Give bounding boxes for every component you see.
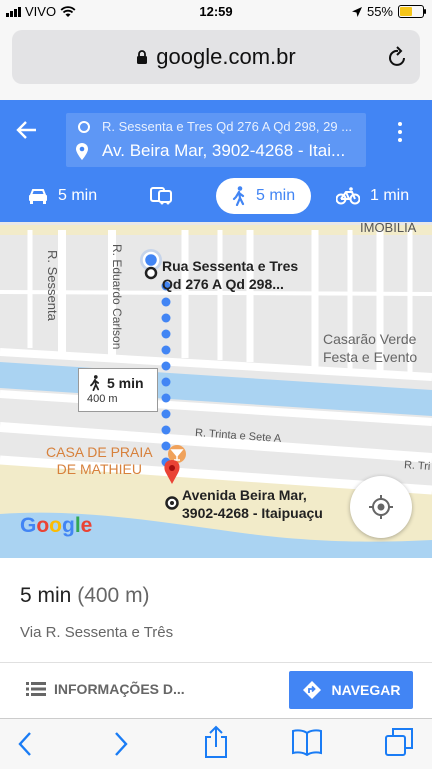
mode-bike[interactable]: 1 min	[336, 178, 409, 214]
destination-pin-icon	[76, 143, 88, 160]
action-bar: INFORMAÇÕES D... NAVEGAR	[0, 662, 432, 719]
location-arrow-icon	[351, 6, 362, 17]
callout-time-text: 5 min	[107, 375, 144, 391]
route-callout[interactable]: 5 min 400 m	[78, 368, 158, 412]
battery-icon	[398, 5, 426, 18]
lock-icon	[137, 49, 148, 64]
bookmarks-icon[interactable]	[291, 728, 323, 756]
mode-transit[interactable]	[150, 178, 182, 214]
street-label-trinta-right: R. Tri	[403, 459, 431, 473]
summary-distance: (400 m)	[77, 584, 150, 607]
share-icon[interactable]	[203, 725, 229, 759]
place-imobiliaria: IMOBILIÁ	[360, 222, 417, 235]
mode-walk[interactable]: 5 min	[216, 178, 312, 214]
place-casarao: Casarão Verde Festa e Evento	[323, 330, 417, 366]
mode-bike-label: 1 min	[370, 187, 410, 204]
browser-chrome: google.com.br	[0, 24, 432, 100]
street-label-carlson: R. Eduardo Carlson	[110, 244, 124, 350]
reload-icon[interactable]	[388, 46, 408, 68]
google-logo: Google	[20, 514, 92, 538]
status-right: 55%	[351, 4, 426, 19]
browser-toolbar	[0, 718, 432, 769]
back-chevron-icon[interactable]	[16, 729, 34, 759]
battery-fill	[400, 7, 413, 16]
status-bar: VIVO 12:59 55%	[0, 0, 432, 24]
info-button[interactable]: INFORMAÇÕES D...	[26, 681, 185, 697]
place-casarao-line1: Casarão Verde	[323, 331, 417, 347]
travel-modes: 5 min 5 min 1 min	[0, 178, 432, 218]
google-logo-letter: g	[62, 514, 75, 537]
car-icon	[29, 189, 47, 204]
end-label-line1: Avenida Beira Mar,	[182, 487, 307, 503]
summary-duration: 5 min	[20, 584, 72, 607]
walking-icon	[232, 186, 245, 206]
mode-car[interactable]: 5 min	[28, 178, 97, 214]
end-label: Avenida Beira Mar, 3902-4268 - Itaipuaçu	[182, 486, 323, 522]
google-logo-letter: G	[20, 514, 37, 537]
my-location-dot	[142, 251, 160, 269]
origin-circle-icon	[78, 121, 90, 133]
bicycle-icon	[336, 187, 360, 205]
callout-time: 5 min	[89, 375, 144, 391]
mode-walk-label: 5 min	[256, 187, 296, 204]
walking-icon	[90, 375, 100, 391]
url-text: google.com.br	[156, 44, 296, 69]
callout-distance: 400 m	[87, 393, 118, 405]
route-box[interactable]: R. Sessenta e Tres Qd 276 A Qd 298, 29 .…	[66, 113, 366, 167]
start-label-line1: Rua Sessenta e Tres	[162, 258, 299, 274]
battery-percent: 55%	[366, 4, 393, 19]
route-summary[interactable]: 5 min (400 m) Via R. Sessenta e Três	[0, 558, 432, 662]
address-bar[interactable]: google.com.br	[12, 30, 420, 84]
directions-header: R. Sessenta e Tres Qd 276 A Qd 298, 29 .…	[0, 100, 432, 222]
place-casa-line2: DE MATHIEU	[56, 461, 142, 477]
summary-via: Via R. Sessenta e Três	[20, 624, 174, 641]
my-location-button[interactable]	[350, 476, 412, 538]
tabs-icon[interactable]	[384, 727, 414, 757]
origin-field[interactable]: R. Sessenta e Tres Qd 276 A Qd 298, 29 .…	[102, 119, 352, 134]
google-logo-letter: o	[49, 514, 62, 537]
place-casa-line1: CASA DE PRAIA	[46, 444, 153, 460]
google-logo-letter: e	[80, 514, 93, 537]
navigate-button-label: NAVEGAR	[331, 682, 401, 698]
navigation-diamond-icon	[302, 681, 321, 699]
street-label-sessenta: R. Sessenta	[45, 250, 60, 321]
navigate-button[interactable]: NAVEGAR	[289, 671, 413, 709]
destination-field[interactable]: Av. Beira Mar, 3902-4268 - Itai...	[102, 141, 345, 161]
list-icon	[26, 682, 46, 696]
info-button-label: INFORMAÇÕES D...	[54, 681, 185, 697]
start-label-line2: Qd 276 A Qd 298...	[162, 276, 284, 292]
google-logo-letter: o	[36, 514, 50, 537]
place-casarao-line2: Festa e Evento	[323, 349, 418, 365]
more-options-icon[interactable]	[394, 122, 406, 142]
place-casa-de-praia[interactable]: CASA DE PRAIA DE MATHIEU	[46, 444, 153, 478]
back-arrow-icon[interactable]	[16, 120, 38, 140]
end-label-line2: 3902-4268 - Itaipuaçu	[182, 505, 323, 521]
crosshair-icon	[369, 495, 393, 519]
map-view[interactable]: R. Sessenta R. Eduardo Carlson R. Trinta…	[0, 222, 432, 558]
start-marker	[144, 266, 158, 280]
bus-icon	[150, 187, 172, 205]
forward-chevron-icon[interactable]	[112, 729, 130, 759]
mode-car-label: 5 min	[58, 187, 98, 204]
summary-time: 5 min (400 m)	[20, 584, 150, 608]
start-label: Rua Sessenta e Tres Qd 276 A Qd 298...	[162, 257, 298, 293]
